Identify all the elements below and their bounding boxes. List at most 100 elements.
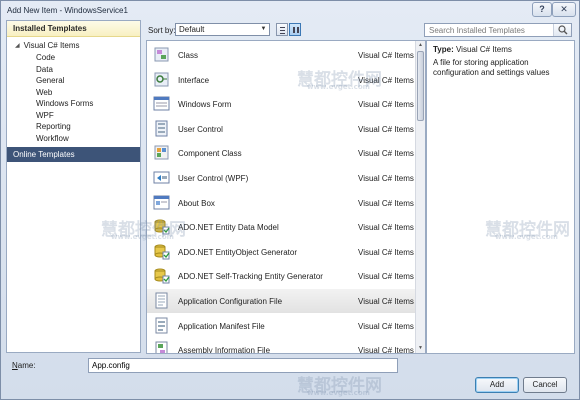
tree-item-general[interactable]: General — [7, 75, 140, 87]
template-name: Class — [178, 51, 199, 60]
template-row[interactable]: User Control Visual C# Items — [147, 117, 415, 141]
watermark-url: www.evget.com — [495, 233, 558, 241]
template-row[interactable]: ADO.NET Self-Tracking Entity Generator Vi… — [147, 264, 415, 288]
sort-by-value: Default — [179, 25, 205, 34]
wpf-user-control-icon — [153, 169, 170, 186]
sort-by-label: Sort by: — [148, 26, 176, 35]
class-icon — [153, 46, 170, 63]
watermark-url: www.evget.com — [111, 233, 174, 241]
template-name: User Control — [178, 124, 223, 134]
template-language: Visual C# Items — [358, 149, 414, 159]
type-label: Type: — [433, 45, 454, 54]
template-row[interactable]: User Control (WPF) Visual C# Items — [147, 166, 415, 190]
search-input[interactable] — [425, 24, 549, 36]
details-view-icon — [293, 27, 295, 33]
details-view-button[interactable] — [289, 23, 301, 36]
template-language: Visual C# Items — [358, 297, 414, 306]
template-row[interactable]: Assembly Information File Visual C# Items — [147, 338, 415, 354]
template-name: Application Configuration File — [178, 297, 283, 306]
template-language: Visual C# Items — [358, 247, 414, 257]
tree-item-windows-forms[interactable]: Windows Forms — [7, 98, 140, 110]
list-view-icon-line — [280, 33, 285, 34]
tree-item-wpf[interactable]: WPF — [7, 110, 140, 122]
online-templates-item[interactable]: Online Templates — [7, 147, 140, 162]
tree-root-label: Visual C# Items — [23, 41, 80, 50]
template-name: ADO.NET Self-Tracking Entity Generator — [178, 272, 323, 282]
template-row[interactable]: Application Configuration File Visual C# … — [147, 289, 415, 313]
template-details-panel: Type: Visual C# Items A file for storing… — [426, 40, 575, 354]
watermark-url: www.evget.com — [307, 83, 370, 91]
template-row[interactable]: Application Manifest File Visual C# Items — [147, 314, 415, 338]
template-row[interactable]: ADO.NET Entity Data Model Visual C# Items — [147, 215, 415, 239]
config-file-icon — [153, 292, 170, 309]
vertical-scrollbar[interactable]: ▲ ▼ — [415, 41, 425, 353]
template-language: Visual C# Items — [358, 100, 414, 110]
tree-item-visual-csharp-items[interactable]: ◢ Visual C# Items — [7, 40, 140, 52]
template-language: Visual C# Items — [358, 174, 414, 183]
search-box[interactable] — [424, 23, 572, 37]
template-row[interactable]: About Box Visual C# Items — [147, 191, 415, 215]
expand-triangle-icon[interactable]: ◢ — [15, 40, 20, 52]
watermark-url: www.evget.com — [307, 389, 370, 397]
close-button[interactable]: ✕ — [552, 2, 576, 17]
tree-item-workflow[interactable]: Workflow — [7, 133, 140, 145]
tree-item-web[interactable]: Web — [7, 87, 140, 99]
template-tree-panel: Installed Templates ◢ Visual C# Items Co… — [6, 20, 141, 353]
template-row[interactable]: Component Class Visual C# Items — [147, 141, 415, 165]
template-name: Assembly Information File — [178, 346, 271, 354]
tree-item-data[interactable]: Data — [7, 64, 140, 76]
template-language: Visual C# Items — [358, 223, 414, 233]
user-control-icon — [153, 120, 170, 137]
details-view-icon-bar — [297, 27, 299, 33]
help-button[interactable]: ? — [532, 2, 552, 17]
tree-children: Code Data General Web Windows Forms WPF Report… — [7, 52, 140, 144]
installed-templates-header[interactable]: Installed Templates — [7, 21, 140, 37]
self-tracking-generator-icon — [153, 267, 170, 284]
scroll-down-icon[interactable]: ▼ — [416, 344, 425, 353]
manifest-file-icon — [153, 317, 170, 334]
sort-by-dropdown[interactable]: Default ▼ — [175, 23, 270, 36]
template-list[interactable]: Class Visual C# Items Interface Visual C# I… — [146, 40, 426, 354]
chevron-down-icon: ▼ — [260, 26, 267, 32]
add-new-item-dialog: Add New Item - WindowsService1 ? ✕ Insta… — [0, 0, 580, 400]
tree-item-code[interactable]: Code — [7, 52, 140, 64]
template-name: User Control (WPF) — [178, 174, 249, 183]
list-view-button[interactable] — [276, 23, 288, 36]
list-view-icon — [280, 27, 285, 28]
template-language: Visual C# Items — [358, 124, 414, 134]
window-title: Add New Item - WindowsService1 — [7, 5, 128, 15]
tree-item-reporting[interactable]: Reporting — [7, 121, 140, 133]
template-language: Visual C# Items — [358, 321, 414, 331]
template-row[interactable]: Windows Form Visual C# Items — [147, 92, 415, 116]
template-name: ADO.NET Entity Data Model — [178, 223, 279, 233]
template-row[interactable]: Class Visual C# Items — [147, 43, 415, 67]
interface-icon — [153, 71, 170, 88]
search-icon — [558, 25, 568, 35]
entityobject-generator-icon — [153, 243, 170, 260]
windows-form-icon — [153, 95, 170, 112]
cancel-button[interactable]: Cancel — [523, 377, 567, 393]
template-name: Component Class — [178, 149, 242, 159]
title-bar: Add New Item - WindowsService1 — [1, 1, 579, 19]
template-row[interactable]: ADO.NET EntityObject Generator Visual C# … — [147, 240, 415, 264]
scroll-up-icon[interactable]: ▲ — [416, 41, 425, 50]
search-button[interactable] — [553, 24, 571, 36]
template-name: Windows Form — [178, 100, 232, 110]
template-description: A file for storing application configura… — [433, 58, 550, 77]
template-language: Visual C# Items — [358, 272, 414, 282]
about-box-icon — [153, 194, 170, 211]
type-line: Type: Visual C# Items — [433, 45, 568, 55]
assembly-info-icon — [153, 341, 170, 353]
template-name: Interface — [178, 75, 210, 85]
list-view-icon-line — [280, 30, 285, 31]
component-class-icon — [153, 144, 170, 161]
template-language: Visual C# Items — [358, 346, 414, 354]
template-name: About Box — [178, 198, 215, 208]
template-name: ADO.NET EntityObject Generator — [178, 247, 298, 257]
template-language: Visual C# Items — [358, 198, 414, 208]
type-value: Visual C# Items — [455, 45, 512, 54]
template-language: Visual C# Items — [358, 51, 414, 60]
add-button[interactable]: Add — [475, 377, 519, 393]
scroll-thumb[interactable] — [417, 51, 424, 121]
name-label: Name: — [12, 361, 36, 370]
